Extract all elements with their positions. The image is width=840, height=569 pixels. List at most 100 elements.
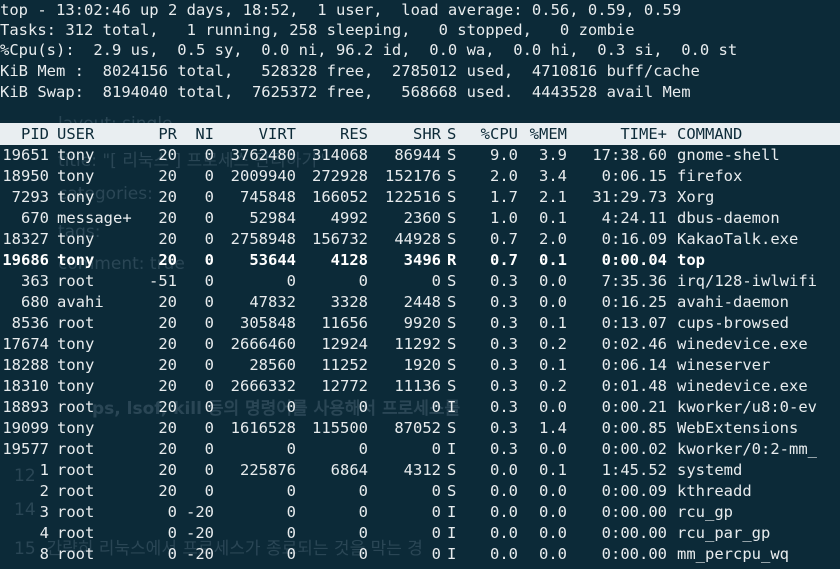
cell-time: 31:29.73 bbox=[592, 188, 667, 206]
cell-time: 0:13.07 bbox=[601, 314, 667, 332]
cell-cpu: 0.0 bbox=[490, 545, 518, 563]
cell-ni: 0 bbox=[204, 461, 214, 479]
cell-cpu: 0.3 bbox=[490, 335, 518, 353]
process-row[interactable]: 18893 root 20 0 0 0 0 I 0.3 0.0 0:00.21 kworker/u8:… bbox=[0, 397, 840, 418]
cell-pid: 7293 bbox=[11, 188, 49, 206]
process-row[interactable]: 8 root 0 -20 0 0 0 I 0.0 0.0 0:00.00 mm_percpu_wq bbox=[0, 544, 840, 565]
cell-command: kthreadd bbox=[677, 482, 752, 500]
cell-cpu: 0.3 bbox=[490, 314, 518, 332]
cell-mem: 2.0 bbox=[539, 230, 567, 248]
process-row[interactable]: 4 root 0 -20 0 0 0 I 0.0 0.0 0:00.00 rcu_par_gp bbox=[0, 523, 840, 544]
cell-virt: 0 bbox=[286, 482, 296, 500]
cell-user: tony bbox=[57, 356, 95, 374]
cell-shr: 2360 bbox=[403, 209, 441, 227]
cell-time: 0:16.25 bbox=[601, 293, 667, 311]
cell-time: 0:00.00 bbox=[601, 545, 667, 563]
process-row[interactable]: 19099 tony 20 0 1616528 115500 87052 S 0.3 1.4 0:0… bbox=[0, 418, 840, 439]
cell-ni: 0 bbox=[204, 209, 214, 227]
cell-ni: -20 bbox=[186, 503, 214, 521]
column-header-mem: %MEM bbox=[529, 125, 567, 143]
cell-pid: 680 bbox=[21, 293, 49, 311]
uptime-line: top - 13:02:46 up 2 days, 18:52, 1 user,… bbox=[0, 1, 682, 19]
cell-res: 0 bbox=[358, 440, 368, 458]
cell-time: 0:00.04 bbox=[601, 251, 667, 269]
cell-res: 11252 bbox=[321, 356, 368, 374]
cell-mem: 1.4 bbox=[539, 419, 567, 437]
process-row[interactable]: 2 root 20 0 0 0 0 S 0.0 0.0 0:00.09 kthreadd bbox=[0, 481, 840, 502]
cell-command: avahi-daemon bbox=[677, 293, 789, 311]
cell-mem: 0.2 bbox=[539, 377, 567, 395]
cell-state: I bbox=[447, 440, 457, 458]
cell-res: 314068 bbox=[312, 146, 368, 164]
cell-command: firefox bbox=[677, 167, 743, 185]
cell-cpu: 0.7 bbox=[490, 230, 518, 248]
process-row[interactable]: 363 root -51 0 0 0 0 S 0.3 0.0 7:35.36 irq/128-iwlw… bbox=[0, 271, 840, 292]
cell-time: 0:00.21 bbox=[601, 398, 667, 416]
cell-cpu: 0.0 bbox=[490, 503, 518, 521]
cell-shr: 0 bbox=[431, 272, 441, 290]
cell-mem: 0.0 bbox=[539, 293, 567, 311]
process-row[interactable]: 19577 root 20 0 0 0 0 I 0.3 0.0 0:00.02 kworker/0:2… bbox=[0, 439, 840, 460]
cell-ni: 0 bbox=[204, 230, 214, 248]
process-row[interactable]: 19651 tony 20 0 3762480 314068 86944 S 9.0 3.9 17:… bbox=[0, 145, 840, 166]
cell-mem: 0.0 bbox=[539, 545, 567, 563]
cell-pr: 20 bbox=[158, 356, 177, 374]
process-row[interactable]: 18310 tony 20 0 2666332 12772 11136 S 0.3 0.2 0:01… bbox=[0, 376, 840, 397]
cell-res: 3328 bbox=[330, 293, 368, 311]
cell-time: 0:01.48 bbox=[601, 377, 667, 395]
cell-state: S bbox=[447, 419, 457, 437]
cell-command: cups-browsed bbox=[677, 314, 789, 332]
cell-res: 12772 bbox=[321, 377, 368, 395]
cell-state: S bbox=[447, 335, 457, 353]
process-row[interactable]: 18327 tony 20 0 2758948 156732 44928 S 0.7 2.0 0:1… bbox=[0, 229, 840, 250]
column-header-pid: PID bbox=[21, 125, 49, 143]
process-row[interactable]: 8536 root 20 0 305848 11656 9920 S 0.3 0.1 0:13.07… bbox=[0, 313, 840, 334]
cell-user: root bbox=[57, 482, 95, 500]
column-header-res: RES bbox=[340, 125, 368, 143]
process-row[interactable]: 680 avahi 20 0 47832 3328 2448 S 0.3 0.0 0:16.25 av… bbox=[0, 292, 840, 313]
cell-time: 0:16.09 bbox=[601, 230, 667, 248]
cell-pr: 20 bbox=[158, 251, 177, 269]
cell-mem: 3.4 bbox=[539, 167, 567, 185]
cell-pid: 18288 bbox=[2, 356, 49, 374]
process-row[interactable]: 670 message+ 20 0 52984 4992 2360 S 1.0 0.1 4:24.1… bbox=[0, 208, 840, 229]
process-row[interactable]: 18288 tony 20 0 28560 11252 1920 S 0.3 0.1 0:06.14… bbox=[0, 355, 840, 376]
cell-shr: 86944 bbox=[394, 146, 441, 164]
cell-mem: 0.0 bbox=[539, 440, 567, 458]
cell-time: 4:24.11 bbox=[601, 209, 667, 227]
cell-ni: 0 bbox=[204, 293, 214, 311]
process-row[interactable]: 7293 tony 20 0 745848 166052 122516 S 1.7 2.1 31:2… bbox=[0, 187, 840, 208]
cell-pid: 2 bbox=[39, 482, 49, 500]
column-header-time: TIME+ bbox=[620, 125, 667, 143]
cell-cpu: 9.0 bbox=[490, 146, 518, 164]
cell-cpu: 0.0 bbox=[490, 482, 518, 500]
cell-res: 0 bbox=[358, 545, 368, 563]
process-row[interactable]: 1 root 20 0 225876 6864 4312 S 0.0 0.1 1:45.52 syst… bbox=[0, 460, 840, 481]
cell-user: root bbox=[57, 503, 95, 521]
cell-res: 4992 bbox=[330, 209, 368, 227]
cell-state: S bbox=[447, 188, 457, 206]
cell-virt: 0 bbox=[286, 272, 296, 290]
process-row[interactable]: 18950 tony 20 0 2009940 272928 152176 S 2.0 3.4 0:… bbox=[0, 166, 840, 187]
cell-pr: 20 bbox=[158, 398, 177, 416]
cell-user: tony bbox=[57, 251, 95, 269]
process-row[interactable]: 3 root 0 -20 0 0 0 I 0.0 0.0 0:00.00 rcu_gp bbox=[0, 502, 840, 523]
cell-shr: 0 bbox=[431, 503, 441, 521]
cell-ni: -20 bbox=[186, 524, 214, 542]
cell-state: S bbox=[447, 230, 457, 248]
cell-state: I bbox=[447, 503, 457, 521]
cell-ni: -20 bbox=[186, 545, 214, 563]
cell-virt: 305848 bbox=[240, 314, 296, 332]
process-row[interactable]: 17674 tony 20 0 2666460 12924 11292 S 0.3 0.2 0:02… bbox=[0, 334, 840, 355]
process-row[interactable]: 19686 tony 20 0 53644 4128 3496 R 0.7 0.1 0:00.04 t… bbox=[0, 250, 840, 271]
cell-res: 0 bbox=[358, 503, 368, 521]
cell-pid: 3 bbox=[39, 503, 49, 521]
column-header-ni: NI bbox=[195, 125, 214, 143]
cell-command: dbus-daemon bbox=[677, 209, 780, 227]
cell-cpu: 0.0 bbox=[490, 461, 518, 479]
cell-time: 0:00.00 bbox=[601, 524, 667, 542]
cell-state: S bbox=[447, 293, 457, 311]
cell-pr: 20 bbox=[158, 440, 177, 458]
cell-cpu: 0.3 bbox=[490, 272, 518, 290]
cell-virt: 0 bbox=[286, 440, 296, 458]
